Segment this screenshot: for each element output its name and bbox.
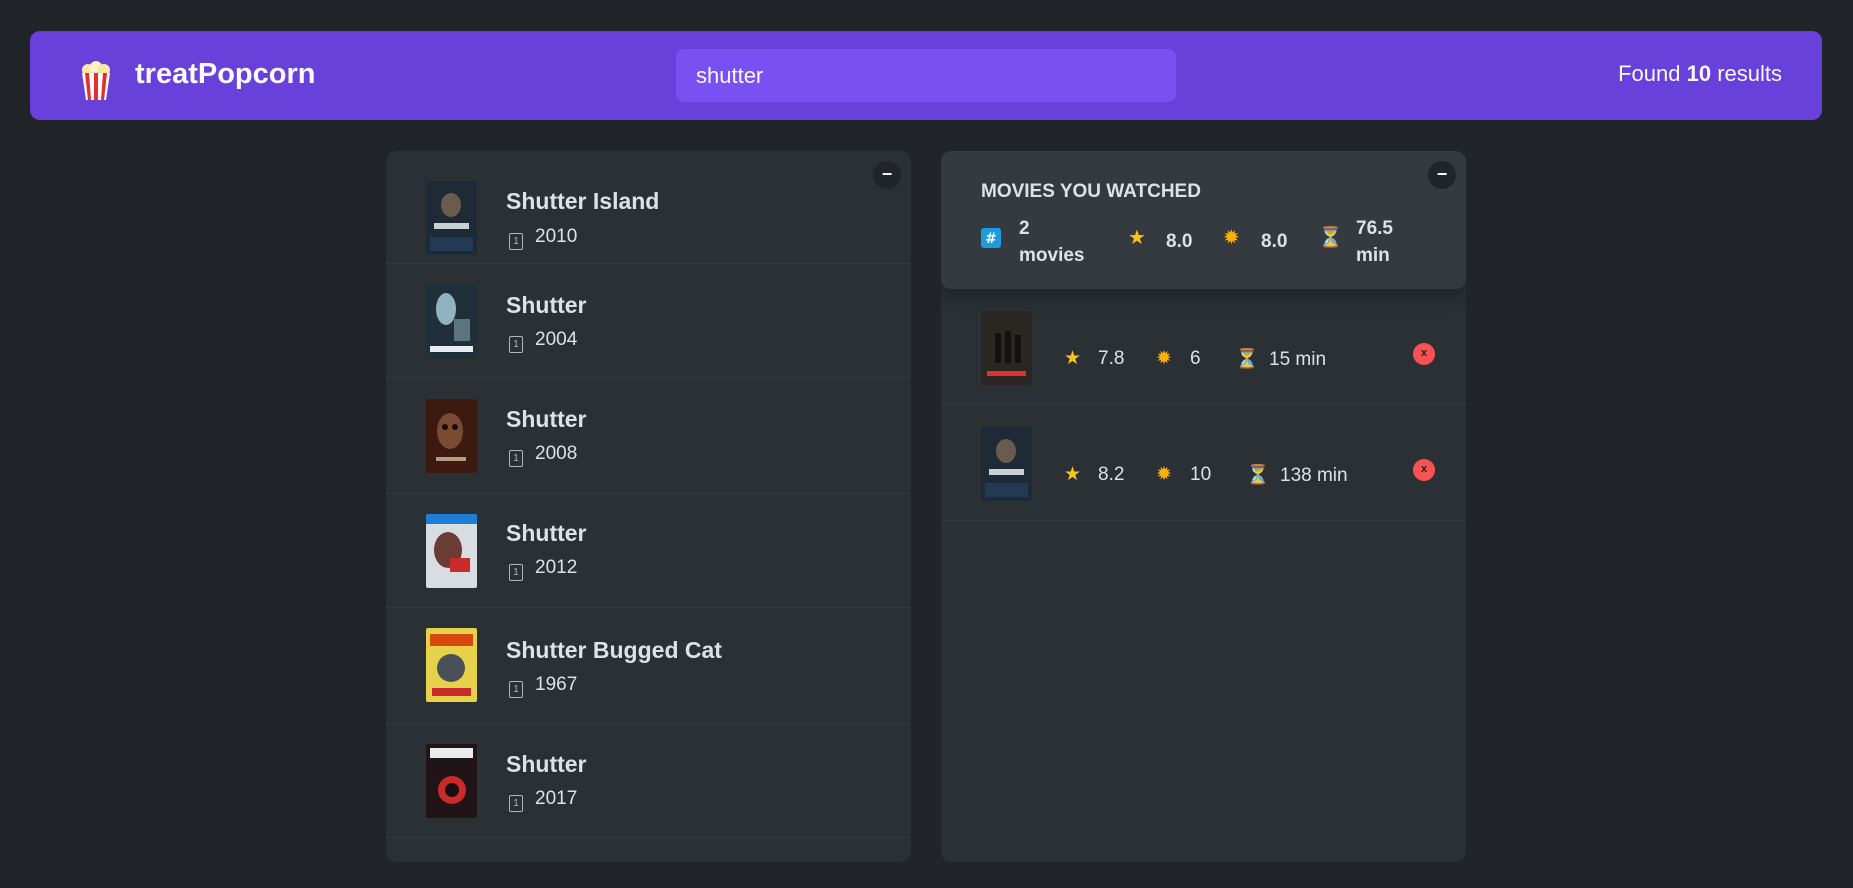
list-item[interactable]: Shutter 1 2012: [386, 494, 911, 608]
results-panel: − Shutter Island 1 2010 Shutter 1 2004 Shu…: [386, 151, 911, 862]
movie-title: Shutter: [506, 520, 587, 546]
runtime-value: 76.5: [1356, 218, 1393, 239]
svg-text:#: #: [985, 231, 997, 247]
star-icon: ★: [1064, 348, 1082, 369]
sun-icon: ✹: [1223, 227, 1240, 249]
summary-heading: Movies you watched: [981, 181, 1201, 202]
movie-poster: [426, 514, 477, 588]
user-value: 6: [1190, 348, 1201, 369]
found-suffix: results: [1717, 61, 1782, 86]
hash-icon: #: [981, 228, 1001, 252]
year-value: 2012: [535, 557, 578, 578]
user-value: 10: [1190, 464, 1212, 485]
list-item[interactable]: Shutter Island 1 2010: [386, 151, 911, 264]
movie-poster: [426, 181, 477, 255]
brand-name: treatPopcorn: [135, 58, 316, 90]
runtime: ⏳ 15 min: [1235, 347, 1326, 371]
search-input[interactable]: [676, 49, 1176, 102]
calendar-icon: 1: [509, 564, 523, 581]
movie-year: 1 2017: [506, 788, 577, 812]
movie-year: 1 2010: [506, 226, 577, 250]
movie-title: Shutter Island: [506, 188, 660, 214]
hourglass-icon: ⏳: [1235, 349, 1259, 370]
movie-year: 1 2012: [506, 557, 577, 581]
star-icon: ★: [1064, 464, 1082, 485]
year-value: 2004: [535, 329, 578, 350]
movie-year: 1 2004: [506, 329, 577, 353]
popcorn-icon: [79, 61, 113, 106]
user-rating: ✹ 10: [1156, 463, 1211, 486]
movie-title: Shutter: [506, 406, 587, 432]
hourglass-icon: ⏳: [1318, 227, 1343, 249]
sun-icon: ✹: [1156, 348, 1172, 369]
list-item[interactable]: Shutter 1 2017: [386, 724, 911, 838]
runtime: ⏳ 138 min: [1246, 463, 1348, 487]
collapse-watched-button[interactable]: −: [1428, 161, 1456, 189]
movie-title: Shutter: [506, 751, 587, 777]
list-item[interactable]: Shutter Bugged Cat 1 1967: [386, 608, 911, 724]
movie-poster: [426, 399, 477, 473]
movie-year: 1 2008: [506, 443, 577, 467]
watched-summary: Movies you watched # 2 movies ★ 8.0 ✹ 8.0…: [941, 151, 1466, 289]
imdb-value: 8.2: [1098, 464, 1125, 485]
movie-poster: [426, 744, 477, 818]
watched-panel: − Movies you watched # 2 movies ★ 8.0 ✹ 8…: [941, 151, 1466, 862]
found-prefix: Found: [1618, 61, 1681, 86]
nav-bar: treatPopcorn Found 10 results: [30, 31, 1822, 120]
year-value: 2017: [535, 788, 578, 809]
calendar-icon: 1: [509, 233, 523, 250]
user-avg-value: 8.0: [1261, 231, 1288, 252]
calendar-icon: 1: [509, 450, 523, 467]
imdb-rating: ★ 7.8: [1064, 347, 1124, 370]
count-unit: movies: [1019, 245, 1085, 266]
runtime-value: 15 min: [1269, 349, 1327, 370]
calendar-icon: 1: [509, 795, 523, 812]
user-rating: ✹ 6: [1156, 347, 1201, 370]
movie-poster: [981, 427, 1032, 501]
watched-list: ★ 7.8 ✹ 6 ⏳ 15 min x ★ 8.2 ✹ 10 ⏳ 138 min x: [941, 289, 1466, 521]
count-value: 2: [1019, 218, 1030, 239]
calendar-icon: 1: [509, 336, 523, 353]
runtime-unit: min: [1356, 245, 1390, 266]
runtime-value: 138 min: [1280, 465, 1348, 486]
delete-button[interactable]: x: [1413, 343, 1435, 365]
movie-year: 1 1967: [506, 674, 577, 698]
found-count: 10: [1686, 61, 1712, 86]
list-item[interactable]: Shutter 1 2008: [386, 378, 911, 494]
collapse-results-button[interactable]: −: [873, 161, 901, 189]
hourglass-icon: ⏳: [1246, 465, 1270, 486]
year-value: 1967: [535, 674, 578, 695]
movie-poster: [981, 311, 1032, 385]
imdb-value: 7.8: [1098, 348, 1125, 369]
results-count: Found 10 results: [1618, 61, 1782, 87]
imdb-avg-value: 8.0: [1166, 231, 1193, 252]
sun-icon: ✹: [1156, 464, 1172, 485]
movie-title: Shutter: [506, 292, 587, 318]
year-value: 2008: [535, 443, 578, 464]
imdb-rating: ★ 8.2: [1064, 463, 1124, 486]
movie-poster: [426, 628, 477, 702]
movie-poster: [426, 284, 477, 358]
delete-button[interactable]: x: [1413, 459, 1435, 481]
calendar-icon: 1: [509, 681, 523, 698]
year-value: 2010: [535, 226, 578, 247]
list-item[interactable]: Shutter 1 2004: [386, 264, 911, 378]
watched-item[interactable]: ★ 8.2 ✹ 10 ⏳ 138 min x: [941, 405, 1466, 521]
star-icon: ★: [1128, 227, 1146, 249]
watched-item[interactable]: ★ 7.8 ✹ 6 ⏳ 15 min x: [941, 289, 1466, 405]
movie-title: Shutter Bugged Cat: [506, 637, 722, 663]
